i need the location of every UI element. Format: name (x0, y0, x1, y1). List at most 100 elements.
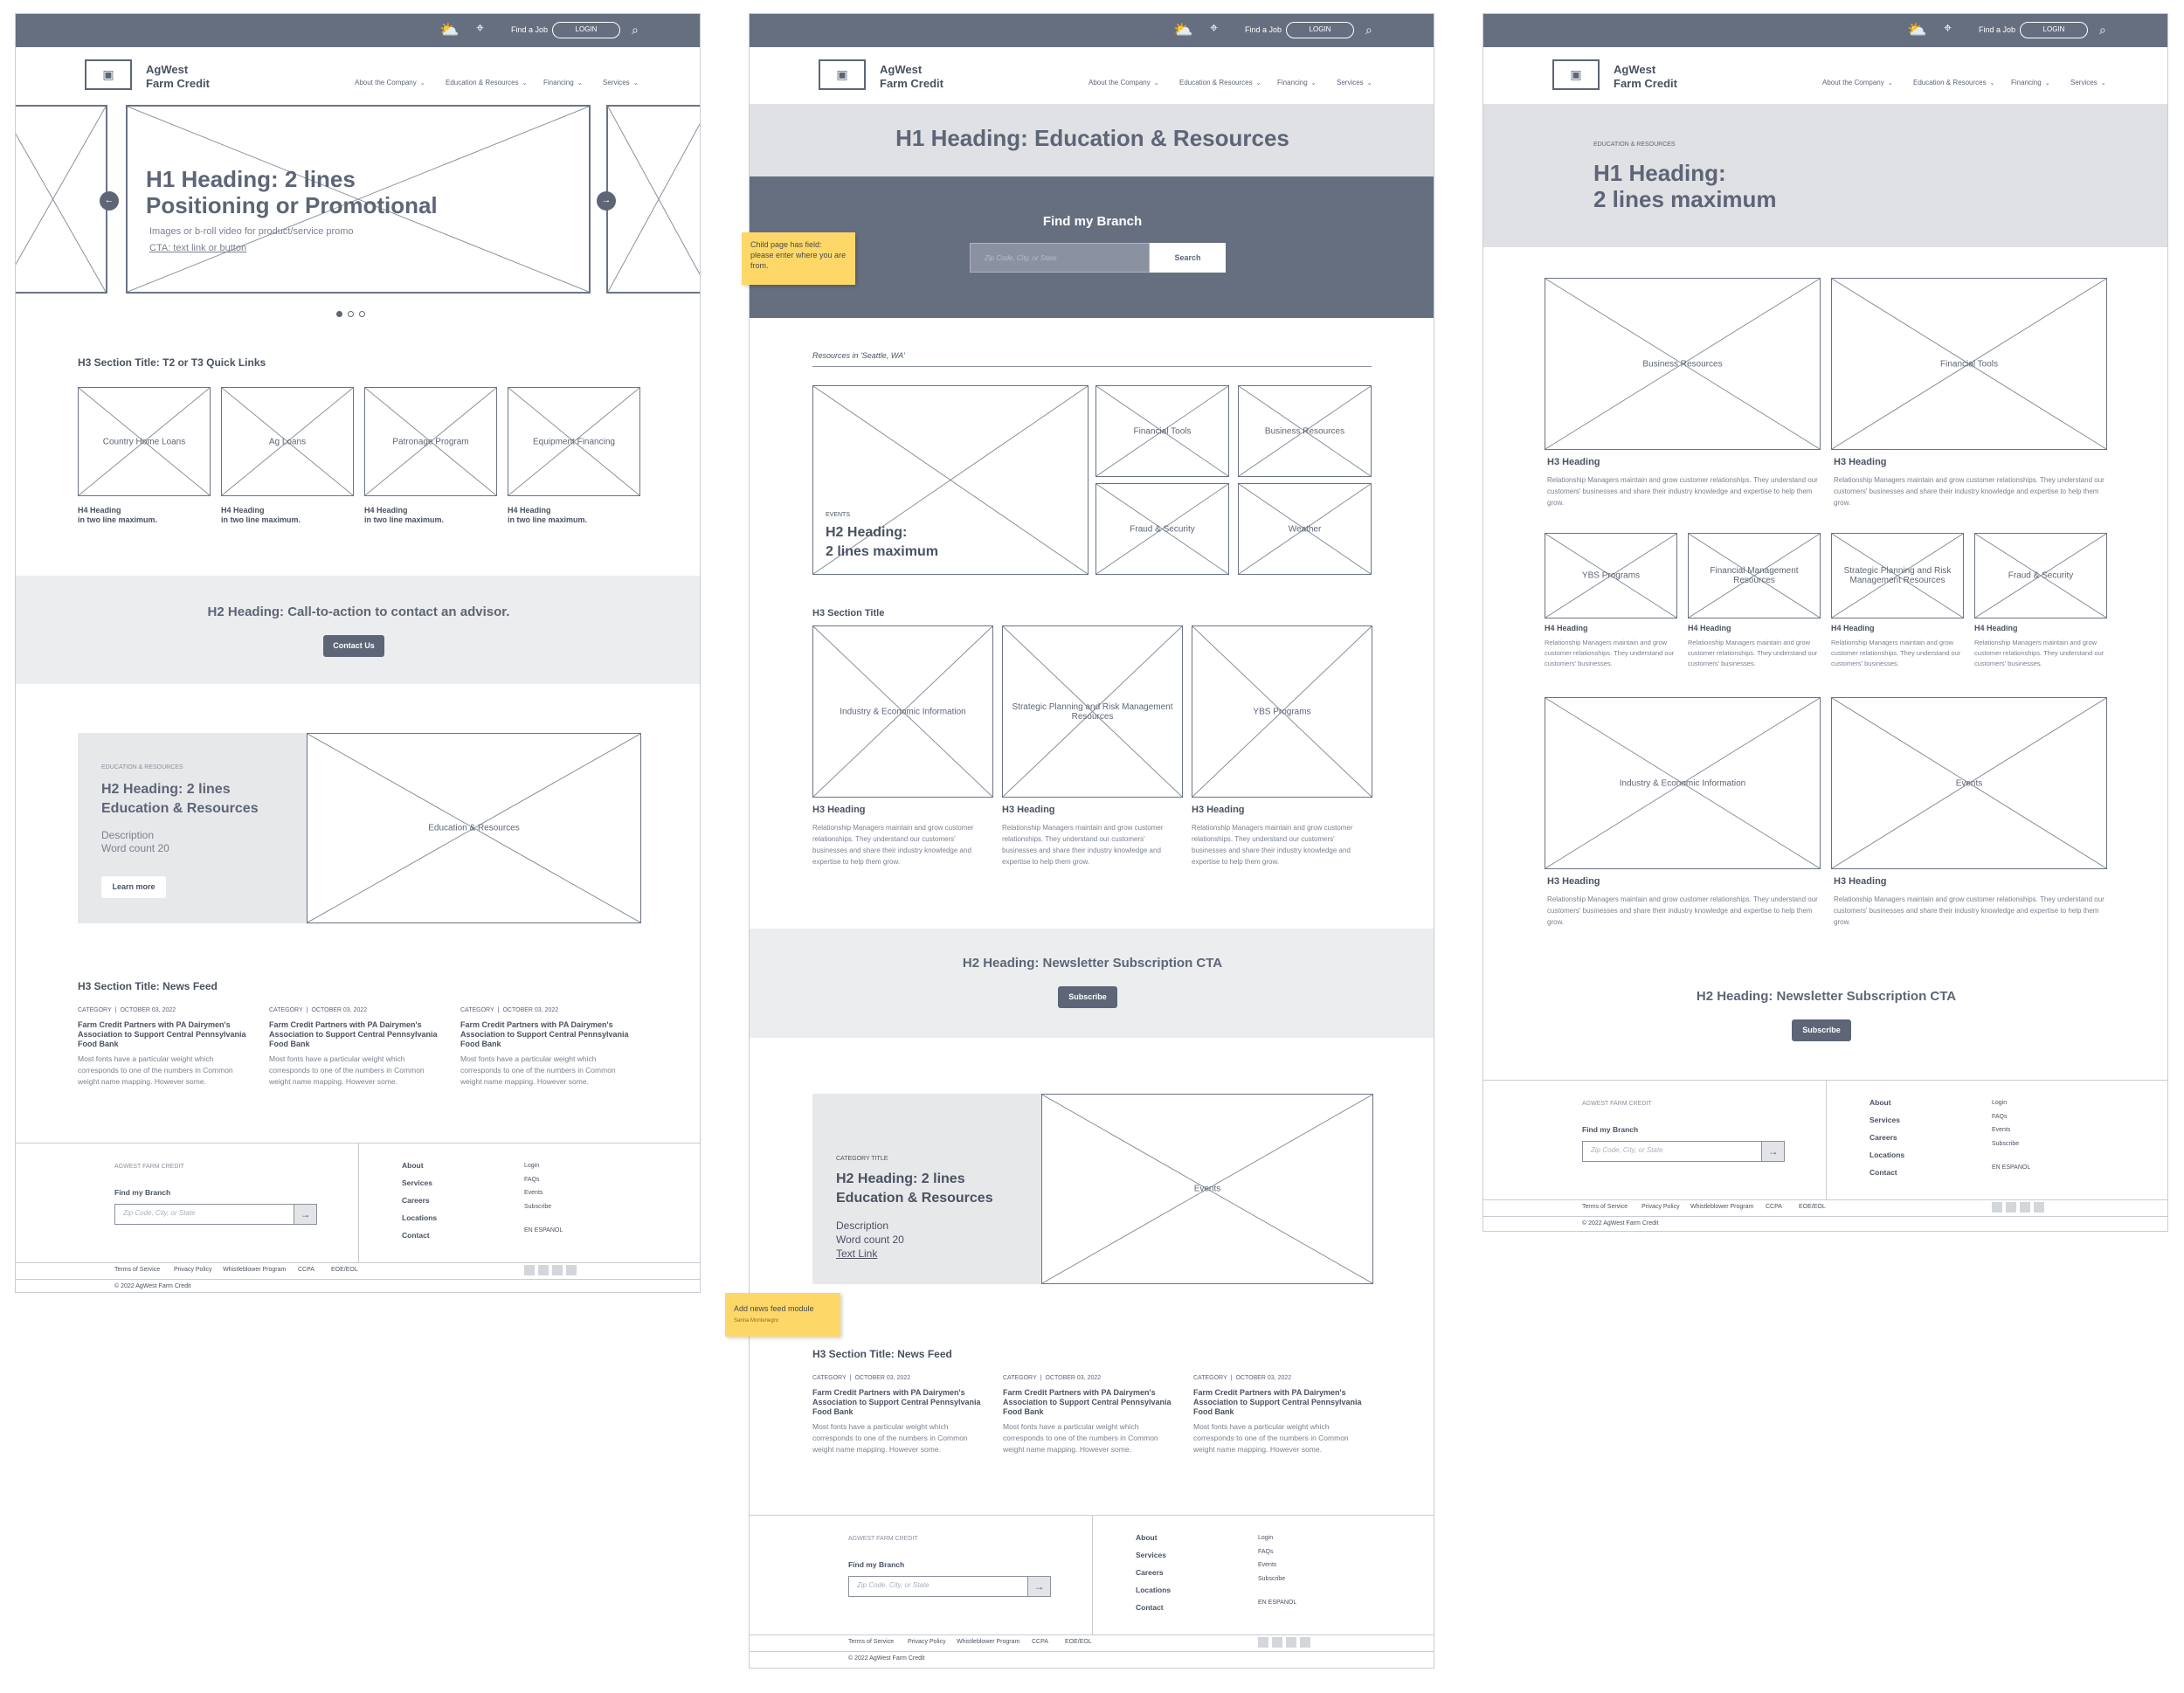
social-icon[interactable] (2034, 1202, 2044, 1213)
logo-image-icon[interactable]: ▣ (819, 59, 866, 90)
footer-link[interactable]: Services (1136, 1551, 1166, 1559)
hero-cta-link[interactable]: CTA: text link or button (149, 243, 246, 253)
logo-image-icon[interactable]: ▣ (1552, 59, 1600, 90)
carousel-dot[interactable] (359, 311, 365, 317)
social-icon[interactable] (538, 1265, 549, 1275)
social-icon[interactable] (1992, 1202, 2002, 1213)
login-button[interactable]: LOGIN (552, 22, 620, 38)
footer-zip-input[interactable]: Zip Code, City, or State → (114, 1204, 317, 1225)
login-button[interactable]: LOGIN (2020, 22, 2088, 38)
legal-link[interactable]: Whistleblower Program (957, 1639, 1019, 1645)
footer-link[interactable]: Services (402, 1178, 432, 1187)
sticky-note-child-field[interactable]: Child page has field: please enter where… (742, 232, 855, 285)
footer-link[interactable]: Locations (1136, 1586, 1171, 1594)
news-title[interactable]: Farm Credit Partners with PA Dairymen's … (269, 1020, 444, 1049)
resource-tile[interactable]: Business Resources (1238, 385, 1372, 477)
footer-small-link[interactable]: FAQs (1992, 1114, 2008, 1120)
location-pin-icon[interactable]: ⌖ (1944, 21, 1952, 37)
social-icon[interactable] (1258, 1637, 1268, 1648)
language-link[interactable]: EN ESPANOL (1992, 1164, 2030, 1171)
search-icon[interactable]: ⌕ (2099, 23, 2106, 38)
legal-link[interactable]: Whistleblower Program (1690, 1204, 1753, 1210)
footer-link[interactable]: Services (1870, 1116, 1900, 1124)
footer-small-link[interactable]: Events (1258, 1562, 1276, 1568)
footer-small-link[interactable]: FAQs (1258, 1549, 1274, 1555)
nav-item[interactable]: Services ⌄ (2070, 79, 2106, 86)
footer-small-link[interactable]: Login (1992, 1100, 2007, 1106)
login-button[interactable]: LOGIN (1286, 22, 1354, 38)
legal-link[interactable]: Terms of Service (848, 1639, 894, 1645)
footer-small-link[interactable]: Login (524, 1163, 539, 1169)
carousel-dot[interactable] (336, 311, 342, 317)
arrow-right-icon[interactable]: → (1761, 1142, 1784, 1161)
footer-small-link[interactable]: Subscribe (524, 1204, 551, 1210)
social-icon[interactable] (2020, 1202, 2030, 1213)
footer-link[interactable]: Careers (1136, 1568, 1164, 1577)
legal-link[interactable]: Terms of Service (114, 1267, 160, 1273)
nav-item[interactable]: Services ⌄ (1337, 79, 1372, 86)
footer-link[interactable]: About (1136, 1533, 1158, 1542)
carousel-next-icon[interactable]: → (597, 191, 616, 211)
feature-text-link[interactable]: Text Link (836, 1247, 877, 1260)
footer-small-link[interactable]: FAQs (524, 1177, 540, 1183)
legal-link[interactable]: CCPA (298, 1267, 314, 1273)
find-job-link[interactable]: Find a Job (1245, 25, 1282, 34)
location-pin-icon[interactable]: ⌖ (1210, 21, 1218, 37)
legal-link[interactable]: Privacy Policy (908, 1639, 946, 1645)
contact-us-button[interactable]: Contact Us (323, 635, 384, 657)
resource-tile[interactable]: Fraud & Security (1095, 483, 1229, 575)
social-icon[interactable] (1286, 1637, 1296, 1648)
footer-zip-input[interactable]: Zip Code, City, or State → (848, 1576, 1051, 1597)
footer-link[interactable]: About (402, 1161, 424, 1170)
legal-link[interactable]: EOE/EOL (1065, 1639, 1092, 1645)
legal-link[interactable]: EOE/EOL (331, 1267, 358, 1273)
sticky-note-news-feed[interactable]: Add news feed module Sarina Montenegro (725, 1293, 840, 1337)
logo-text[interactable]: AgWest Farm Credit (146, 63, 210, 91)
find-job-link[interactable]: Find a Job (511, 25, 548, 34)
arrow-right-icon[interactable]: → (294, 1205, 316, 1224)
footer-link[interactable]: Contact (402, 1231, 430, 1240)
logo-text[interactable]: AgWest Farm Credit (1614, 63, 1677, 91)
small-resource-card[interactable]: Fraud & Security (1974, 533, 2107, 618)
legal-link[interactable]: Privacy Policy (174, 1267, 212, 1273)
zip-search-input[interactable]: Zip Code, City, or State (970, 243, 1150, 273)
nav-item[interactable]: Financing ⌄ (1277, 79, 1317, 86)
resource-card[interactable]: Industry & Economic Information (1545, 697, 1821, 869)
nav-item[interactable]: Education & Resources ⌄ (1913, 79, 1994, 86)
logo-text[interactable]: AgWest Farm Credit (880, 63, 943, 91)
nav-item[interactable]: Financing ⌄ (2011, 79, 2050, 86)
legal-link[interactable]: CCPA (1766, 1204, 1782, 1210)
social-icon[interactable] (524, 1265, 535, 1275)
language-link[interactable]: EN ESPANOL (1258, 1600, 1296, 1606)
weather-icon[interactable]: ⛅ (1907, 21, 1926, 39)
legal-link[interactable]: Privacy Policy (1641, 1204, 1680, 1210)
resource-tile[interactable]: Weather (1238, 483, 1372, 575)
social-icon[interactable] (1272, 1637, 1282, 1648)
nav-item[interactable]: About the Company ⌄ (1089, 79, 1159, 86)
nav-item[interactable]: About the Company ⌄ (1822, 79, 1893, 86)
footer-small-link[interactable]: Events (1992, 1127, 2010, 1133)
footer-link[interactable]: Contact (1136, 1603, 1164, 1612)
nav-item[interactable]: Education & Resources ⌄ (1179, 79, 1261, 86)
search-icon[interactable]: ⌕ (632, 23, 639, 38)
hero-slide-prev[interactable] (16, 105, 107, 294)
small-resource-card[interactable]: Strategic Planning and Risk Management R… (1831, 533, 1964, 618)
weather-icon[interactable]: ⛅ (1173, 21, 1192, 39)
legal-link[interactable]: CCPA (1032, 1639, 1048, 1645)
resource-card[interactable]: Events (1831, 697, 2107, 869)
resource-card[interactable]: Strategic Planning and Risk Management R… (1002, 625, 1183, 798)
legal-link[interactable]: EOE/EOL (1799, 1204, 1826, 1210)
footer-zip-input[interactable]: Zip Code, City, or State → (1582, 1141, 1785, 1162)
small-resource-card[interactable]: YBS Programs (1545, 533, 1677, 618)
footer-link[interactable]: Careers (1870, 1133, 1897, 1142)
legal-link[interactable]: Whistleblower Program (223, 1267, 286, 1273)
resource-card[interactable]: Financial Tools (1831, 278, 2107, 450)
nav-item[interactable]: Services ⌄ (603, 79, 639, 86)
subscribe-button[interactable]: Subscribe (1792, 1019, 1851, 1041)
hero-slide-next[interactable] (606, 105, 700, 294)
footer-link[interactable]: Careers (402, 1196, 430, 1205)
nav-item[interactable]: About the Company ⌄ (355, 79, 425, 86)
weather-icon[interactable]: ⛅ (439, 21, 459, 39)
footer-small-link[interactable]: Subscribe (1258, 1576, 1285, 1582)
news-title[interactable]: Farm Credit Partners with PA Dairymen's … (78, 1020, 252, 1049)
